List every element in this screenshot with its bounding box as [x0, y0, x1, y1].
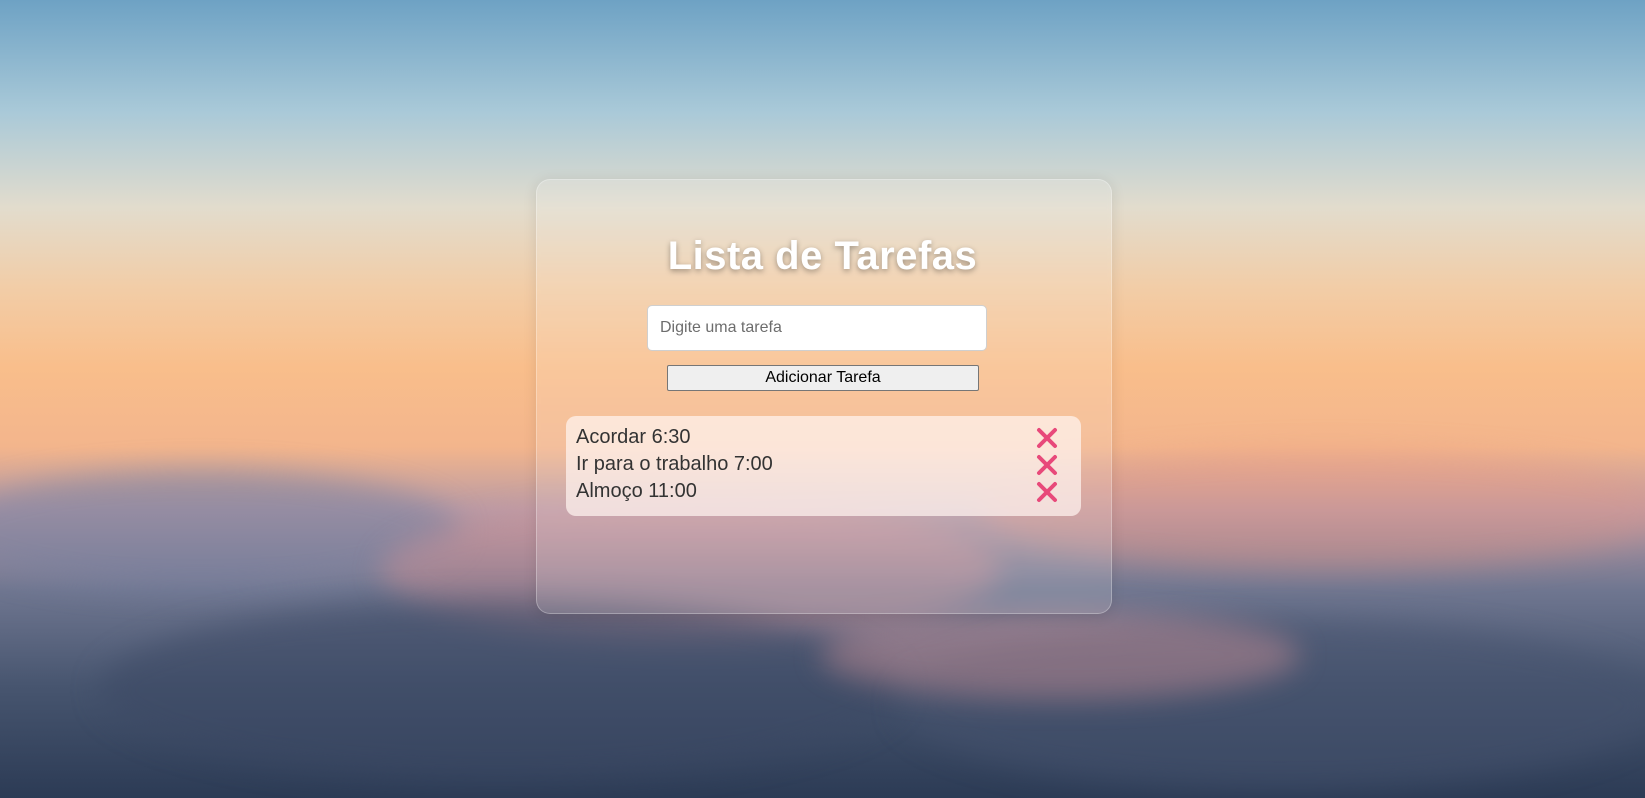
page-title: Lista de Tarefas — [667, 234, 978, 278]
cloud — [820, 610, 1300, 700]
task-item: Almoço 11:00 — [576, 478, 1071, 505]
task-label: Acordar 6:30 — [576, 426, 691, 448]
task-label: Almoço 11:00 — [576, 480, 697, 502]
task-input[interactable] — [647, 305, 987, 351]
close-icon[interactable] — [1035, 480, 1059, 504]
task-list: Acordar 6:30 Ir para o trabalho 7:00 Alm… — [566, 416, 1081, 516]
task-item: Ir para o trabalho 7:00 — [576, 451, 1071, 478]
task-label: Ir para o trabalho 7:00 — [576, 453, 773, 475]
close-icon[interactable] — [1035, 453, 1059, 477]
cloud — [100, 600, 900, 780]
task-item: Acordar 6:30 — [576, 424, 1071, 451]
add-task-button[interactable]: Adicionar Tarefa — [667, 365, 979, 391]
close-icon[interactable] — [1035, 426, 1059, 450]
